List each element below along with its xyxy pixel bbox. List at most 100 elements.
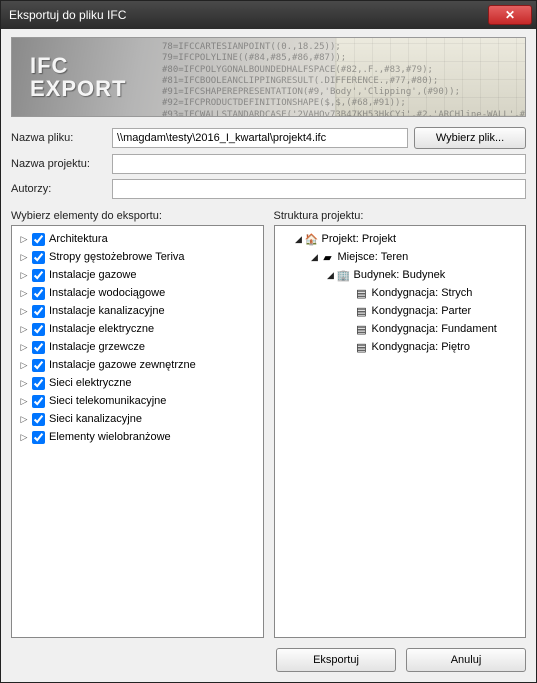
export-item-label: Instalacje kanalizacyjne xyxy=(49,305,165,317)
dialog-content: 78=IFCCARTESIANPOINT((0.,18.25)); 79=IFC… xyxy=(1,29,536,682)
project-icon: 🏠 xyxy=(305,232,319,246)
panels: Wybierz elementy do eksportu: ▷ Architekt… xyxy=(11,210,526,638)
expander-icon[interactable]: ◢ xyxy=(325,269,337,281)
export-tree[interactable]: ▷ Architektura ▷ Stropy gęstożebrowe Teriva… xyxy=(11,225,264,638)
tree-storey[interactable]: ▤ Kondygnacja: Fundament xyxy=(277,320,524,338)
expander-icon[interactable]: ▷ xyxy=(18,251,30,263)
tree-site[interactable]: ◢ ▰ Miejsce: Teren xyxy=(277,248,524,266)
banner-line2: EXPORT xyxy=(30,77,126,100)
banner-title: IFC EXPORT xyxy=(30,54,126,100)
filename-label: Nazwa pliku: xyxy=(11,132,106,144)
expander-icon[interactable]: ◢ xyxy=(309,251,321,263)
authors-input[interactable] xyxy=(112,179,526,199)
expander-icon[interactable]: ▷ xyxy=(18,305,30,317)
export-checkbox[interactable] xyxy=(32,413,45,426)
footer: Eksportuj Anuluj xyxy=(11,638,526,672)
projectname-label: Nazwa projektu: xyxy=(11,158,106,170)
projectname-input[interactable] xyxy=(112,154,526,174)
export-checkbox[interactable] xyxy=(32,395,45,408)
storey-icon: ▤ xyxy=(355,322,369,336)
export-item[interactable]: ▷ Sieci kanalizacyjne xyxy=(14,410,261,428)
expander-icon[interactable]: ▷ xyxy=(18,341,30,353)
dialog-window: Eksportuj do pliku IFC ✕ 78=IFCCARTESIAN… xyxy=(0,0,537,683)
export-item[interactable]: ▷ Instalacje elektryczne xyxy=(14,320,261,338)
export-panel-label: Wybierz elementy do eksportu: xyxy=(11,210,264,222)
export-checkbox[interactable] xyxy=(32,305,45,318)
banner-line1: IFC xyxy=(30,54,126,77)
export-checkbox[interactable] xyxy=(32,359,45,372)
export-item-label: Architektura xyxy=(49,233,108,245)
export-item-label: Instalacje grzewcze xyxy=(49,341,145,353)
banner: 78=IFCCARTESIANPOINT((0.,18.25)); 79=IFC… xyxy=(11,37,526,117)
authors-label: Autorzy: xyxy=(11,183,106,195)
export-item-label: Sieci kanalizacyjne xyxy=(49,413,142,425)
expander-icon[interactable]: ◢ xyxy=(293,233,305,245)
storey-label: Kondygnacja: Fundament xyxy=(372,323,497,335)
export-item[interactable]: ▷ Instalacje kanalizacyjne xyxy=(14,302,261,320)
site-icon: ▰ xyxy=(321,250,335,264)
export-checkbox[interactable] xyxy=(32,287,45,300)
export-checkbox[interactable] xyxy=(32,323,45,336)
tree-storey[interactable]: ▤ Kondygnacja: Parter xyxy=(277,302,524,320)
expander-icon[interactable]: ▷ xyxy=(18,359,30,371)
banner-interior-graphic xyxy=(335,38,525,116)
export-checkbox[interactable] xyxy=(32,341,45,354)
tree-storey[interactable]: ▤ Kondygnacja: Strych xyxy=(277,284,524,302)
choose-file-button[interactable]: Wybierz plik... xyxy=(414,127,526,149)
export-button[interactable]: Eksportuj xyxy=(276,648,396,672)
export-checkbox[interactable] xyxy=(32,233,45,246)
structure-panel-label: Struktura projektu: xyxy=(274,210,527,222)
project-label: Projekt: Projekt xyxy=(322,233,397,245)
storey-label: Kondygnacja: Strych xyxy=(372,287,473,299)
export-checkbox[interactable] xyxy=(32,377,45,390)
tree-storey[interactable]: ▤ Kondygnacja: Piętro xyxy=(277,338,524,356)
expander-icon[interactable]: ▷ xyxy=(18,377,30,389)
cancel-button[interactable]: Anuluj xyxy=(406,648,526,672)
expander-icon[interactable]: ▷ xyxy=(18,323,30,335)
structure-panel: Struktura projektu: ◢ 🏠 Projekt: Projekt… xyxy=(274,210,527,638)
storey-icon: ▤ xyxy=(355,286,369,300)
export-item[interactable]: ▷ Instalacje gazowe xyxy=(14,266,261,284)
export-item[interactable]: ▷Instalacje wodociągowe xyxy=(14,284,261,302)
tree-project[interactable]: ◢ 🏠 Projekt: Projekt xyxy=(277,230,524,248)
export-item[interactable]: ▷ Instalacje gazowe zewnętrzne xyxy=(14,356,261,374)
export-item[interactable]: ▷ Stropy gęstożebrowe Teriva xyxy=(14,248,261,266)
expander-icon[interactable]: ▷ xyxy=(18,413,30,425)
building-label: Budynek: Budynek xyxy=(354,269,446,281)
export-item-label: Instalacje gazowe zewnętrzne xyxy=(49,359,196,371)
export-checkbox[interactable] xyxy=(32,251,45,264)
structure-tree[interactable]: ◢ 🏠 Projekt: Projekt ◢ ▰ Miejsce: Teren … xyxy=(274,225,527,638)
filename-input[interactable] xyxy=(112,128,408,148)
export-item-label: Sieci elektryczne xyxy=(49,377,132,389)
export-item[interactable]: ▷ Elementy wielobranżowe xyxy=(14,428,261,446)
close-icon: ✕ xyxy=(505,8,515,22)
titlebar: Eksportuj do pliku IFC ✕ xyxy=(1,1,536,29)
expander-icon[interactable]: ▷ xyxy=(18,287,30,299)
export-item[interactable]: ▷ Sieci elektryczne xyxy=(14,374,261,392)
window-title: Eksportuj do pliku IFC xyxy=(9,8,126,22)
export-panel: Wybierz elementy do eksportu: ▷ Architekt… xyxy=(11,210,264,638)
export-item-label: Elementy wielobranżowe xyxy=(49,431,171,443)
export-item[interactable]: ▷ Architektura xyxy=(14,230,261,248)
form: Nazwa pliku: Wybierz plik... Nazwa proje… xyxy=(11,127,526,204)
export-item-label: Instalacje gazowe xyxy=(49,269,136,281)
expander-icon[interactable]: ▷ xyxy=(18,431,30,443)
export-checkbox[interactable] xyxy=(32,269,45,282)
expander-icon[interactable]: ▷ xyxy=(18,233,30,245)
site-label: Miejsce: Teren xyxy=(338,251,409,263)
export-item-label: Instalacje elektryczne xyxy=(49,323,154,335)
export-item[interactable]: ▷ Instalacje grzewcze xyxy=(14,338,261,356)
storey-icon: ▤ xyxy=(355,340,369,354)
building-icon: 🏢 xyxy=(337,268,351,282)
tree-building[interactable]: ◢ 🏢 Budynek: Budynek xyxy=(277,266,524,284)
storey-label: Kondygnacja: Piętro xyxy=(372,341,470,353)
export-item-label: Sieci telekomunikacyjne xyxy=(49,395,166,407)
expander-icon[interactable]: ▷ xyxy=(18,269,30,281)
expander-icon[interactable]: ▷ xyxy=(18,395,30,407)
export-checkbox[interactable] xyxy=(32,431,45,444)
storey-label: Kondygnacja: Parter xyxy=(372,305,472,317)
storey-icon: ▤ xyxy=(355,304,369,318)
export-item[interactable]: ▷ Sieci telekomunikacyjne xyxy=(14,392,261,410)
close-button[interactable]: ✕ xyxy=(488,5,532,25)
export-item-label: Stropy gęstożebrowe Teriva xyxy=(49,251,185,263)
